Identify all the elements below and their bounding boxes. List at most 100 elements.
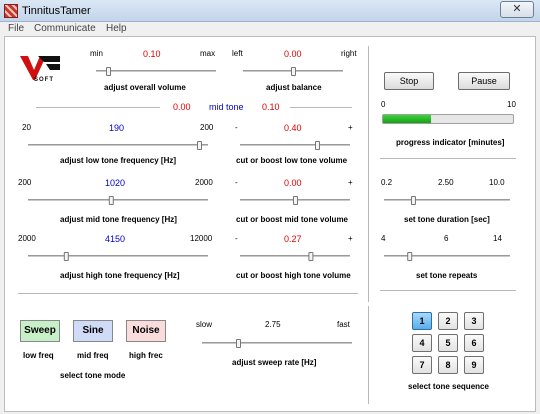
mode-label: select tone mode: [60, 371, 126, 380]
high-freq-slider[interactable]: [28, 252, 208, 261]
high-vol-label: cut or boost high tone volume: [236, 271, 351, 280]
logo-text: SOFT: [34, 77, 54, 83]
low-vol-value: 0.40: [284, 123, 302, 133]
low-freq-value: 190: [109, 123, 125, 133]
close-button[interactable]: ✕: [500, 1, 534, 18]
low-freq-slider[interactable]: [28, 141, 208, 150]
high-freq-slider-thumb[interactable]: [63, 252, 69, 261]
sequence-button-6[interactable]: 6: [464, 334, 484, 352]
window-title: TinnitusTamer: [22, 5, 91, 17]
sequence-label: select tone sequence: [408, 382, 489, 391]
volume-slider-thumb[interactable]: [106, 67, 111, 76]
duration-slider-thumb[interactable]: [410, 196, 416, 205]
mid-freq-slider-thumb[interactable]: [108, 196, 114, 205]
repeats-min: 4: [381, 234, 386, 243]
low-vol-slider[interactable]: [240, 141, 350, 150]
sequence-button-5[interactable]: 5: [438, 334, 458, 352]
high-vol-plus: +: [348, 234, 353, 243]
mid-freq-min: 200: [18, 178, 32, 187]
midtone-line-left: [36, 107, 160, 108]
right-divider-1: [380, 158, 516, 159]
menu-communicate[interactable]: Communicate: [34, 23, 96, 34]
volume-label: adjust overall volume: [104, 83, 186, 92]
mid-freq-slider[interactable]: [28, 196, 208, 205]
sweep-rate-fast: fast: [337, 320, 350, 329]
right-column-divider: [368, 46, 369, 302]
menu-help[interactable]: Help: [106, 23, 127, 34]
low-vol-slider-thumb[interactable]: [315, 141, 320, 150]
sweep-sub-label: low freq: [23, 351, 54, 360]
midtone-label: mid tone: [209, 102, 244, 112]
sequence-button-4[interactable]: 4: [412, 334, 432, 352]
progress-max: 10: [507, 100, 516, 109]
high-vol-value: 0.27: [284, 234, 302, 244]
mid-vol-label: cut or boost mid tone volume: [236, 215, 349, 224]
mid-vol-minus: -: [235, 178, 238, 187]
sequence-button-7[interactable]: 7: [412, 356, 432, 374]
mid-vol-slider-thumb[interactable]: [293, 196, 298, 205]
progress-fill: [383, 115, 432, 123]
progress-bar: [382, 114, 514, 124]
volume-value: 0.10: [143, 49, 161, 59]
high-freq-max: 12000: [190, 234, 213, 243]
sequence-grid: 123 456 789: [412, 312, 492, 374]
sweep-button[interactable]: Sweep: [20, 320, 60, 342]
stop-button[interactable]: Stop: [384, 72, 434, 90]
sweep-rate-slow: slow: [196, 320, 213, 329]
low-freq-slider-thumb[interactable]: [197, 141, 202, 150]
sweep-rate-slider-thumb[interactable]: [236, 339, 241, 348]
duration-max: 10.0: [489, 178, 505, 187]
high-freq-value: 4150: [105, 234, 126, 244]
app-icon: [4, 4, 18, 18]
mid-freq-value: 1020: [105, 178, 126, 188]
low-freq-max: 200: [200, 123, 214, 132]
high-freq-label: adjust high tone frequency [Hz]: [60, 271, 180, 280]
duration-value: 2.50: [438, 178, 454, 187]
volume-max-label: max: [200, 49, 216, 58]
duration-slider[interactable]: [384, 196, 510, 205]
midtone-right-value: 0.10: [262, 102, 280, 112]
mid-vol-slider[interactable]: [240, 196, 350, 205]
high-vol-slider[interactable]: [240, 252, 350, 261]
duration-min: 0.2: [381, 178, 393, 187]
sweep-rate-slider[interactable]: [202, 339, 352, 348]
menu-file[interactable]: File: [8, 23, 24, 34]
sine-button[interactable]: Sine: [73, 320, 113, 342]
sequence-button-9[interactable]: 9: [464, 356, 484, 374]
mid-vol-value: 0.00: [284, 178, 302, 188]
balance-value: 0.00: [284, 49, 302, 59]
progress-label: progress indicator [minutes]: [396, 138, 505, 147]
progress-min: 0: [381, 100, 386, 109]
low-vol-plus: +: [348, 123, 353, 132]
mid-freq-label: adjust mid tone frequency [Hz]: [60, 215, 177, 224]
duration-label: set tone duration [sec]: [404, 215, 490, 224]
balance-slider[interactable]: [243, 67, 343, 76]
sequence-button-1[interactable]: 1: [412, 312, 432, 330]
midtone-line-right: [290, 107, 352, 108]
noise-sub-label: high frec: [129, 351, 163, 360]
repeats-slider-thumb[interactable]: [407, 252, 413, 261]
repeats-max: 14: [493, 234, 502, 243]
midtone-left-value: 0.00: [173, 102, 191, 112]
sweep-rate-label: adjust sweep rate [Hz]: [232, 358, 317, 367]
sequence-button-3[interactable]: 3: [464, 312, 484, 330]
repeats-value: 6: [444, 234, 449, 243]
sequence-button-8[interactable]: 8: [438, 356, 458, 374]
sequence-button-2[interactable]: 2: [438, 312, 458, 330]
sine-sub-label: mid freq: [77, 351, 109, 360]
noise-button[interactable]: Noise: [126, 320, 166, 342]
bottom-divider-left: [18, 293, 358, 294]
pause-button[interactable]: Pause: [458, 72, 510, 90]
low-freq-min: 20: [22, 123, 31, 132]
volume-slider[interactable]: [96, 67, 216, 76]
repeats-slider[interactable]: [384, 252, 510, 261]
balance-label: adjust balance: [266, 83, 322, 92]
high-vol-slider-thumb[interactable]: [308, 252, 314, 261]
low-freq-label: adjust low tone frequency [Hz]: [60, 156, 177, 165]
balance-slider-thumb[interactable]: [291, 67, 296, 76]
low-vol-label: cut or boost low tone volume: [236, 156, 348, 165]
high-vol-minus: -: [235, 234, 238, 243]
high-freq-min: 2000: [18, 234, 36, 243]
low-vol-minus: -: [235, 123, 238, 132]
repeats-label: set tone repeats: [416, 271, 478, 280]
